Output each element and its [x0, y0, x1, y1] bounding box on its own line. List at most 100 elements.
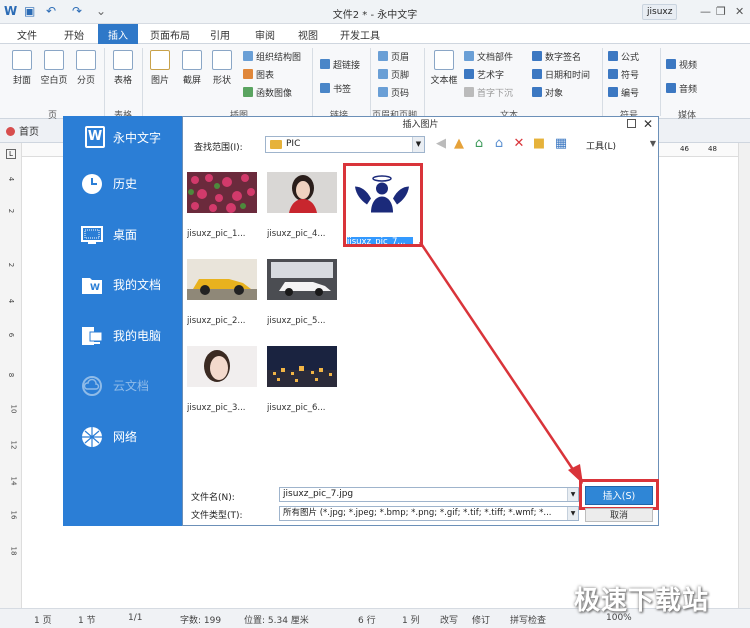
chevron-down-icon[interactable]: ▼	[567, 507, 578, 520]
video-icon	[666, 59, 676, 69]
close-icon[interactable]: ✕	[643, 117, 653, 131]
ruler-number: 2	[7, 262, 16, 268]
audio-button[interactable]: 音频	[666, 82, 697, 95]
page-number-button[interactable]: 页码	[378, 86, 409, 99]
customize-icon[interactable]: ⌄	[96, 4, 106, 18]
wordart-button[interactable]: 艺术字	[464, 68, 504, 81]
home-document-tab[interactable]: 首页	[6, 123, 39, 138]
file-item[interactable]: jisuxz_pic_2...	[187, 259, 265, 343]
file-item[interactable]: jisuxz_pic_3...	[187, 346, 265, 430]
digital-signature-button[interactable]: 数字签名	[532, 50, 581, 63]
object-button[interactable]: 对象	[532, 86, 563, 99]
date-time-button[interactable]: 日期和时间	[532, 68, 590, 81]
back-icon[interactable]: ◀	[433, 136, 449, 152]
picture-icon	[150, 50, 170, 70]
symbol-button[interactable]: 符号	[608, 68, 639, 81]
header-button[interactable]: 页眉	[378, 50, 409, 63]
picture-button[interactable]: 图片	[146, 50, 174, 86]
hyperlink-button[interactable]: 超链接	[320, 58, 360, 71]
sidebar-item-cloud-docs[interactable]: 云文档	[81, 371, 181, 401]
tab-file[interactable]: 文件	[17, 27, 37, 42]
home-icon[interactable]: ⌂	[491, 136, 507, 152]
file-item[interactable]: jisuxz_pic_1...	[187, 172, 265, 256]
file-item[interactable]: jisuxz_pic_6...	[267, 346, 345, 430]
tab-review[interactable]: 审阅	[255, 27, 275, 42]
delete-icon[interactable]: ✕	[511, 136, 527, 152]
bookmark-button[interactable]: 书签	[320, 82, 351, 95]
numbering-button[interactable]: 编号	[608, 86, 639, 99]
video-button[interactable]: 视频	[666, 58, 697, 71]
chevron-down-icon[interactable]: ▼	[645, 136, 661, 152]
shape-button[interactable]: 形状	[208, 50, 236, 86]
textbox-button[interactable]: 文本框	[428, 50, 460, 86]
sidebar-item-my-documents[interactable]: W 我的文档	[81, 270, 181, 300]
table-icon	[113, 50, 133, 70]
search-web-icon[interactable]: ⌂	[471, 136, 487, 152]
look-in-select[interactable]: PIC ▼	[265, 136, 425, 153]
status-word-count[interactable]: 字数: 199	[180, 613, 221, 626]
blank-page-button[interactable]: 空白页	[38, 50, 70, 86]
drop-cap-icon	[464, 87, 474, 97]
file-item[interactable]: jisuxz_pic_4...	[267, 172, 345, 256]
status-row: 6 行	[358, 616, 376, 626]
chevron-down-icon[interactable]: ▼	[567, 488, 578, 501]
tab-view[interactable]: 视图	[298, 27, 318, 42]
doc-parts-button[interactable]: 文档部件	[464, 50, 513, 63]
page-break-button[interactable]: 分页	[72, 50, 100, 86]
minimize-icon[interactable]: —	[700, 5, 711, 18]
pi-icon	[608, 51, 618, 61]
desktop-icon	[81, 226, 103, 244]
file-type-select[interactable]: 所有图片 (*.jpg; *.jpeg; *.bmp; *.png; *.gif…	[279, 506, 579, 521]
maximize-icon[interactable]	[627, 119, 636, 128]
function-graph-button[interactable]: 函数图像	[243, 86, 292, 99]
vertical-ruler: L 4 2 2 4 6 8 10 12 14 16 18	[0, 143, 22, 608]
up-folder-icon[interactable]: ▲	[451, 136, 467, 152]
screenshot-button[interactable]: 截屏	[178, 50, 206, 86]
sidebar-item-network[interactable]: 网络	[81, 422, 181, 452]
close-icon[interactable]: ✕	[735, 5, 744, 18]
org-chart-button[interactable]: 组织结构图	[243, 50, 301, 63]
chart-button[interactable]: 图表	[243, 68, 274, 81]
status-overtype[interactable]: 改写	[440, 613, 458, 626]
undo-icon[interactable]: ↶	[46, 4, 56, 18]
textbox-icon	[434, 50, 454, 70]
new-folder-icon[interactable]: ■	[531, 136, 547, 152]
status-pages: 1/1	[128, 613, 143, 623]
status-track-changes[interactable]: 修订	[472, 613, 490, 626]
file-type-label: 文件类型(T):	[191, 511, 243, 521]
footer-button[interactable]: 页脚	[378, 68, 409, 81]
status-page: 1 页	[34, 616, 52, 626]
ruler-number: 8	[7, 372, 16, 378]
file-item[interactable]: jisuxz_pic_5...	[267, 259, 345, 343]
tab-insert[interactable]: 插入	[98, 24, 138, 44]
file-name-input[interactable]: jisuxz_pic_7.jpg ▼	[279, 487, 579, 502]
sidebar-item-my-computer[interactable]: 我的电脑	[81, 321, 181, 351]
sidebar-item-history[interactable]: 历史	[81, 169, 181, 199]
chart-icon	[243, 69, 253, 79]
redo-icon[interactable]: ↷	[72, 4, 82, 18]
tools-menu[interactable]: 工具(L)	[586, 139, 616, 152]
folder-icon	[270, 140, 282, 149]
cover-button[interactable]: 封面	[8, 50, 36, 86]
numbering-icon	[608, 87, 618, 97]
tab-references[interactable]: 引用	[210, 27, 230, 42]
sidebar-item-desktop[interactable]: 桌面	[81, 220, 181, 250]
cancel-button[interactable]: 取消	[585, 508, 653, 522]
ruler-number: 14	[9, 476, 18, 486]
table-button[interactable]: 表格	[108, 50, 138, 86]
clock-icon	[82, 174, 102, 194]
tab-page-layout[interactable]: 页面布局	[150, 27, 190, 42]
tab-stop-icon[interactable]: L	[6, 149, 16, 159]
restore-icon[interactable]: ❐	[716, 5, 726, 18]
org-chart-icon	[243, 51, 253, 61]
tab-developer[interactable]: 开发工具	[340, 27, 380, 42]
bookmark-icon	[320, 83, 330, 93]
equation-button[interactable]: 公式	[608, 50, 639, 63]
status-spell-check[interactable]: 拼写检查	[510, 613, 546, 626]
view-menu-icon[interactable]: ▦	[553, 136, 569, 152]
ruler-number: 10	[9, 404, 18, 414]
tab-home[interactable]: 开始	[64, 27, 84, 42]
vertical-scrollbar[interactable]	[738, 143, 750, 608]
user-account-button[interactable]: jisuxz	[642, 4, 678, 20]
save-icon[interactable]: ▣	[24, 4, 35, 18]
